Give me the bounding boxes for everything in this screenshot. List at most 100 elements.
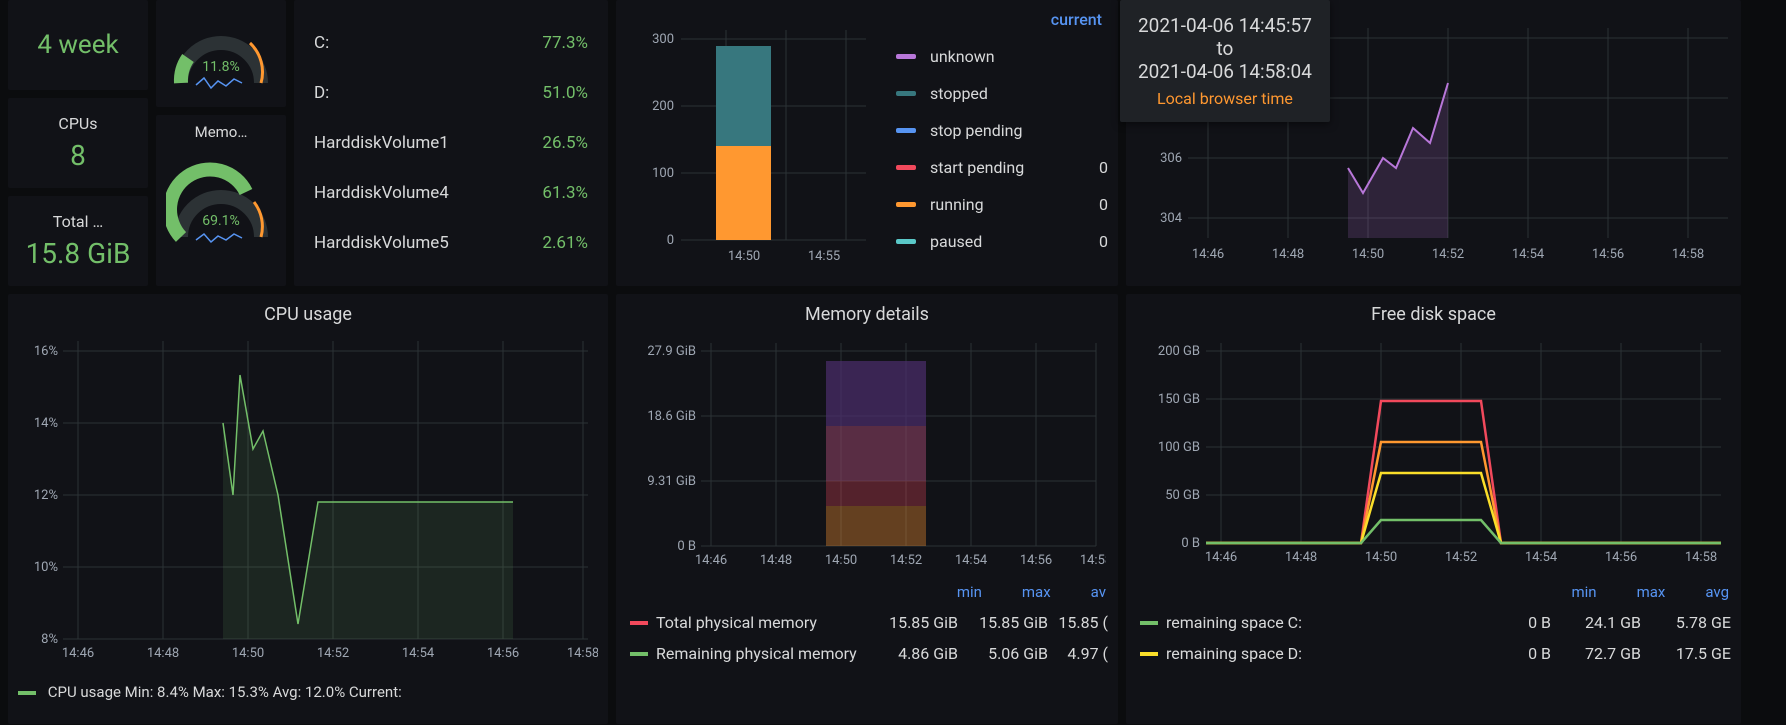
svg-text:14:50: 14:50	[232, 646, 264, 661]
svg-text:14:50: 14:50	[1365, 550, 1397, 565]
svg-text:14:52: 14:52	[1445, 550, 1477, 565]
svg-text:100: 100	[652, 166, 674, 181]
svg-text:27.9 GiB: 27.9 GiB	[647, 344, 696, 359]
svg-text:0 B: 0 B	[677, 539, 696, 554]
svg-text:14:46: 14:46	[1205, 550, 1237, 565]
svg-text:16%: 16%	[34, 344, 58, 359]
svg-text:14:58: 14:58	[567, 646, 598, 661]
disk-row: C:77.3%	[314, 33, 588, 53]
svg-text:14:56: 14:56	[1592, 247, 1624, 262]
svg-text:14:54: 14:54	[402, 646, 435, 661]
svg-text:14:54: 14:54	[1525, 550, 1558, 565]
legend-item[interactable]: stop pending	[896, 121, 1108, 140]
services-legend-header: current	[896, 10, 1108, 29]
svg-text:12%: 12%	[34, 488, 58, 503]
uptime-value: 4 week	[37, 30, 118, 60]
cpu-gauge-value: 11.8%	[202, 59, 240, 75]
svg-text:14:54: 14:54	[1512, 247, 1545, 262]
disk-row: D:51.0%	[314, 83, 588, 103]
svg-text:14:52: 14:52	[1432, 247, 1464, 262]
svg-text:304: 304	[1160, 211, 1183, 226]
svg-text:14:48: 14:48	[147, 646, 179, 661]
svg-text:100 GB: 100 GB	[1158, 440, 1200, 455]
svg-text:14:56: 14:56	[1605, 550, 1637, 565]
legend-swatch	[630, 652, 648, 656]
memory-stats-row[interactable]: Total physical memory 15.85 GiB 15.85 Gi…	[616, 607, 1118, 638]
svg-text:14:58: 14:58	[1672, 247, 1704, 262]
disk-row: HarddiskVolume126.5%	[314, 133, 588, 153]
tooltip-local-browser-time: Local browser time	[1138, 89, 1312, 108]
disk-row: HarddiskVolume461.3%	[314, 183, 588, 203]
disk-stats-row[interactable]: remaining space C: 0 B 24.1 GB 5.78 GE	[1126, 607, 1741, 638]
total-mem-stat[interactable]: Total … 15.8 GiB	[8, 196, 148, 286]
svg-text:14:52: 14:52	[317, 646, 349, 661]
svg-text:14:48: 14:48	[1272, 247, 1304, 262]
svg-text:0 B: 0 B	[1181, 536, 1200, 551]
legend-item[interactable]: start pending0	[896, 158, 1108, 177]
disk-usage-list[interactable]: C:77.3% D:51.0% HarddiskVolume126.5% Har…	[294, 0, 608, 286]
cpus-value: 8	[70, 139, 86, 172]
cpu-usage-panel[interactable]: CPU usage 16% 14%	[8, 294, 608, 724]
svg-text:14:46: 14:46	[695, 553, 727, 568]
cpu-legend[interactable]: CPU usage Min: 8.4% Max: 15.3% Avg: 12.0…	[8, 679, 608, 705]
cpu-panel-title: CPU usage	[8, 294, 608, 331]
disk-stats-row[interactable]: remaining space D: 0 B 72.7 GB 17.5 GE	[1126, 638, 1741, 669]
legend-item[interactable]: stopped	[896, 84, 1108, 103]
svg-text:306: 306	[1160, 151, 1182, 166]
cpu-legend-text: CPU usage Min: 8.4% Max: 15.3% Avg: 12.0…	[48, 683, 402, 701]
legend-swatch	[1140, 652, 1158, 656]
cpu-gauge[interactable]: 11.8%	[156, 0, 286, 107]
tooltip-to-word: to	[1138, 37, 1312, 60]
legend-swatch	[630, 621, 648, 625]
memory-gauge-title: Memo…	[195, 123, 248, 141]
memory-stats-header: min max av	[616, 579, 1118, 607]
total-mem-value: 15.8 GiB	[26, 237, 131, 270]
legend-item[interactable]: unknown	[896, 47, 1108, 66]
svg-text:14:58: 14:58	[1685, 550, 1717, 565]
cpu-usage-chart: 16% 14% 12% 10% 8% 14:46 14:48 14:50 14:…	[18, 331, 598, 671]
svg-text:14:54: 14:54	[955, 553, 988, 568]
time-range-tooltip: 2021-04-06 14:45:57 to 2021-04-06 14:58:…	[1120, 0, 1330, 122]
disk-stats-header: min max avg	[1126, 579, 1741, 607]
services-panel[interactable]: 0 100 200 300 14:50 14:55 current unknow…	[616, 0, 1118, 286]
svg-text:200: 200	[652, 99, 674, 114]
svg-text:14:50: 14:50	[825, 553, 857, 568]
cpus-stat[interactable]: CPUs 8	[8, 98, 148, 188]
svg-text:14:52: 14:52	[890, 553, 922, 568]
svg-text:14:55: 14:55	[808, 249, 840, 264]
legend-item[interactable]: running0	[896, 195, 1108, 214]
svg-text:8%: 8%	[41, 632, 58, 647]
cpus-title: CPUs	[58, 114, 97, 133]
uptime-stat[interactable]: 4 week	[8, 0, 148, 90]
svg-text:14:56: 14:56	[487, 646, 519, 661]
svg-text:150 GB: 150 GB	[1158, 392, 1200, 407]
svg-text:14:46: 14:46	[62, 646, 94, 661]
tooltip-to: 2021-04-06 14:58:04	[1138, 60, 1312, 83]
svg-text:300: 300	[652, 32, 674, 47]
svg-text:0: 0	[667, 233, 674, 248]
svg-text:14:58: 14:58	[1080, 553, 1106, 568]
legend-swatch	[18, 691, 36, 695]
free-disk-panel[interactable]: Free disk space 200 GB	[1126, 294, 1741, 724]
memory-chart: 27.9 GiB 18.6 GiB 9.31 GiB 0 B 14:46 14:…	[626, 331, 1106, 571]
disk-row: HarddiskVolume52.61%	[314, 233, 588, 253]
tooltip-from: 2021-04-06 14:45:57	[1138, 14, 1312, 37]
total-mem-title: Total …	[53, 212, 103, 231]
svg-text:14:50: 14:50	[1352, 247, 1384, 262]
svg-text:14:56: 14:56	[1020, 553, 1052, 568]
memory-stats-row[interactable]: Remaining physical memory 4.86 GiB 5.06 …	[616, 638, 1118, 669]
svg-text:14:50: 14:50	[728, 249, 760, 264]
legend-swatch	[1140, 621, 1158, 625]
svg-text:10%: 10%	[34, 560, 58, 575]
free-disk-chart: 200 GB 150 GB 100 GB 50 GB 0 B 14:46 14:…	[1136, 331, 1731, 571]
memory-gauge[interactable]: Memo… 69.1%	[156, 115, 286, 286]
svg-text:14:46: 14:46	[1192, 247, 1224, 262]
memory-details-panel[interactable]: Memory details 27.9 GiB 18.6 GiB	[616, 294, 1118, 724]
svg-text:50 GB: 50 GB	[1165, 488, 1200, 503]
svg-text:9.31 GiB: 9.31 GiB	[647, 474, 696, 489]
svg-text:14%: 14%	[34, 416, 58, 431]
services-chart: 0 100 200 300 14:50 14:55	[616, 0, 876, 286]
svg-text:14:48: 14:48	[1285, 550, 1317, 565]
svg-text:200 GB: 200 GB	[1158, 344, 1200, 359]
legend-item[interactable]: paused0	[896, 232, 1108, 251]
